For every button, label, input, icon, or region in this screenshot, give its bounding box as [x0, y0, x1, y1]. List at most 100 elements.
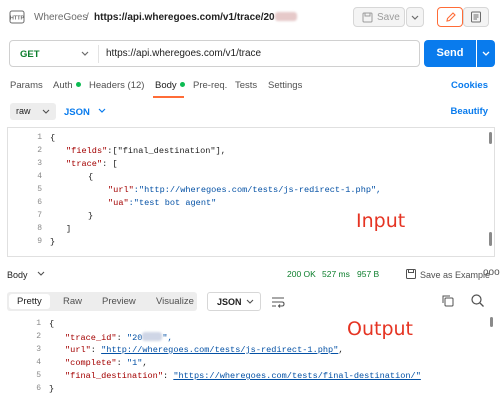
cookies-link[interactable]: Cookies: [451, 80, 488, 91]
pencil-icon: [446, 12, 456, 22]
code-line: "complete": "1",: [65, 358, 148, 368]
send-button[interactable]: Send: [424, 40, 476, 67]
request-title[interactable]: https://api.wheregoes.com/v1/trace/20: [94, 12, 297, 23]
json-key: "ua": [108, 198, 129, 208]
chevron-down-icon: [411, 15, 419, 20]
copy-icon[interactable]: [441, 294, 455, 308]
chevron-down-icon[interactable]: [80, 48, 90, 60]
redacted-id: [142, 332, 163, 341]
response-body-viewer[interactable]: 1 2 3 4 5 6 { "trace_id": "20 ", "url": "…: [7, 315, 495, 418]
more-options-button[interactable]: ooo: [483, 267, 500, 278]
save-options-button[interactable]: [406, 7, 424, 27]
chevron-down-icon: [37, 271, 45, 276]
response-section-toggle[interactable]: Body: [7, 269, 46, 280]
save-as-example-button[interactable]: Save as Example: [406, 269, 490, 280]
line-number: 3: [36, 345, 41, 354]
tab-pretty[interactable]: Pretty: [9, 294, 50, 309]
code-line: "trace": [: [66, 159, 118, 169]
body-format-select[interactable]: JSON: [64, 106, 107, 118]
divider: [98, 45, 99, 63]
send-options-button[interactable]: [477, 40, 495, 67]
save-icon: [362, 12, 373, 23]
search-icon[interactable]: [470, 293, 485, 308]
tab-params[interactable]: Params: [10, 80, 43, 91]
json-value: :["final_destination"],: [107, 146, 226, 156]
response-bar: Body 200 OK 527 ms 957 B Save as Example…: [0, 264, 500, 284]
json-value-end: ",: [162, 333, 173, 343]
chevron-down-icon: [246, 299, 254, 304]
http-request-icon: HTTP: [9, 10, 25, 24]
json-key: "final_destination": [65, 371, 163, 381]
line-number: 8: [37, 224, 42, 233]
line-number: 5: [36, 371, 41, 380]
wrap-lines-icon[interactable]: [268, 292, 288, 311]
svg-text:HTTP: HTTP: [10, 16, 25, 22]
method-select[interactable]: GET: [20, 49, 40, 60]
active-tab-indicator: [153, 96, 184, 98]
chevron-down-icon: [482, 51, 490, 56]
tab-prerequest[interactable]: Pre-req.: [193, 80, 227, 91]
url-input[interactable]: https://api.wheregoes.com/v1/trace: [106, 48, 261, 59]
beautify-button[interactable]: Beautify: [451, 106, 488, 117]
line-number: 6: [37, 198, 42, 207]
tab-auth[interactable]: Auth: [53, 80, 81, 91]
json-link[interactable]: "https://wheregoes.com/tests/final-desti…: [173, 371, 421, 381]
response-size[interactable]: 957 B: [357, 269, 379, 279]
tab-tests[interactable]: Tests: [235, 80, 257, 91]
response-format-select[interactable]: JSON: [207, 292, 261, 311]
body-mode-select[interactable]: raw: [10, 103, 56, 120]
line-number: 4: [37, 172, 42, 181]
save-button[interactable]: Save: [353, 7, 405, 27]
json-key: "url": [65, 345, 91, 355]
tab-body[interactable]: Body: [155, 80, 185, 91]
code-line: "url":"http://wheregoes.com/tests/js-red…: [108, 185, 381, 195]
document-icon: [471, 11, 481, 23]
line-number: 4: [36, 358, 41, 367]
json-key: "complete": [65, 358, 117, 368]
response-label: Body: [7, 270, 28, 280]
code-line: "url": "http://wheregoes.com/tests/js-re…: [65, 345, 344, 355]
status-code[interactable]: 200 OK: [287, 269, 316, 279]
scrollbar[interactable]: [490, 317, 493, 327]
breadcrumb-separator: /: [86, 12, 89, 23]
response-view-tabs: Pretty Raw Preview Visualize: [7, 292, 197, 311]
chevron-down-icon: [98, 108, 105, 113]
collection-name[interactable]: WhereGoes: [34, 12, 87, 23]
response-time[interactable]: 527 ms: [322, 269, 350, 279]
json-link[interactable]: "http://wheregoes.com/tests/js-redirect-…: [101, 345, 338, 355]
json-key: "trace_id": [65, 333, 117, 343]
documentation-button[interactable]: [463, 7, 489, 27]
status-dot: [75, 82, 81, 87]
body-format-label: JSON: [64, 107, 90, 118]
line-number: 1: [37, 133, 42, 142]
request-body-editor[interactable]: 1 2 3 4 5 6 7 8 9 { "fields":["final_des…: [7, 127, 495, 257]
line-number: 5: [37, 185, 42, 194]
chevron-down-icon: [42, 109, 50, 114]
tab-raw[interactable]: Raw: [63, 296, 82, 307]
tab-headers[interactable]: Headers (12): [89, 80, 144, 91]
redacted-id: [274, 12, 297, 21]
tab-visualize[interactable]: Visualize: [156, 296, 194, 307]
tab-settings[interactable]: Settings: [268, 80, 302, 91]
response-format-label: JSON: [217, 297, 242, 307]
request-tabs: Params Auth Headers (12) Body Pre-req. T…: [0, 76, 500, 96]
scrollbar[interactable]: [489, 232, 492, 246]
input-annotation: Input: [356, 210, 406, 232]
code-line: "final_destination": "https://wheregoes.…: [65, 371, 421, 381]
line-number: 2: [37, 146, 42, 155]
scrollbar[interactable]: [489, 132, 492, 144]
line-number: 1: [36, 319, 41, 328]
tab-preview[interactable]: Preview: [102, 296, 136, 307]
code-line: {: [88, 172, 94, 182]
top-bar: HTTP WhereGoes / https://api.wheregoes.c…: [0, 0, 500, 36]
json-value: : [: [102, 159, 118, 169]
code-line: "fields":["final_destination"],: [66, 146, 226, 156]
line-number: 7: [37, 211, 42, 220]
edit-button[interactable]: [437, 7, 463, 27]
line-number: 3: [37, 159, 42, 168]
code-line: "ua":"test bot agent": [108, 198, 216, 208]
code-line: }: [50, 237, 56, 247]
json-key: "trace": [66, 159, 103, 169]
code-line: }: [49, 384, 55, 394]
json-value: :"http://wheregoes.com/tests/js-redirect…: [133, 185, 382, 195]
